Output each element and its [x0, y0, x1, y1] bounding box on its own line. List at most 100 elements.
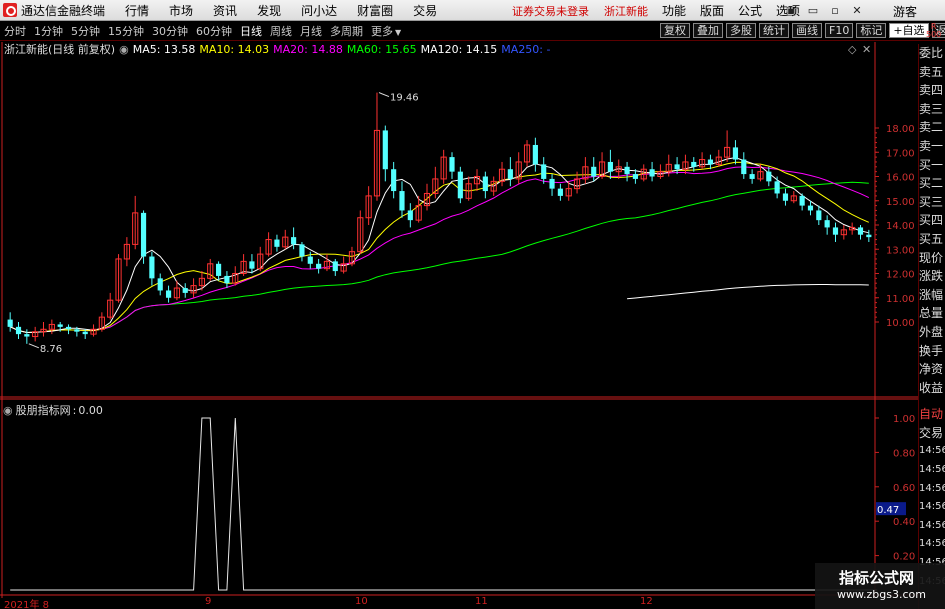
candle-down	[57, 324, 63, 327]
period-1min[interactable]: 1分钟	[33, 23, 64, 39]
candle-down	[82, 331, 88, 335]
guest-label[interactable]: 游客	[893, 3, 917, 20]
candle-down	[74, 329, 80, 332]
trade-label[interactable]: 交易	[919, 424, 945, 443]
candle-down	[149, 256, 155, 279]
candle-down	[449, 157, 455, 172]
sub-tick-label: 0.60	[893, 483, 915, 494]
candle-down	[399, 191, 405, 211]
price-axis: 18.00 17.00 16.00 15.00 14.00 13.00 12.00 11.00…	[875, 124, 915, 329]
quote-label: 净资	[919, 362, 944, 377]
price-tick-label: 17.00	[886, 148, 915, 159]
quote-label: 买三	[919, 194, 944, 209]
quote-label: 卖四	[919, 83, 944, 98]
date-axis-oct: 10	[355, 596, 368, 607]
candle-down	[7, 319, 13, 327]
period-weekly[interactable]: 周线	[269, 23, 293, 39]
tick-time: 14:56	[919, 519, 945, 531]
add-watchlist-button[interactable]: +自选	[889, 23, 929, 38]
quote-label: 涨跌	[919, 269, 944, 284]
candle-down	[557, 188, 563, 196]
candle-down	[15, 326, 22, 335]
candle-down	[632, 174, 638, 179]
candle-down	[457, 171, 463, 199]
price-tick-label: 18.00	[886, 124, 915, 135]
low-label: 8.76	[40, 344, 62, 355]
menu-item-quotes[interactable]: 行情	[125, 2, 149, 19]
period-60min[interactable]: 60分钟	[195, 23, 233, 39]
indicator-axis: 1.00 0.80 0.60 0.40 0.20 0.47	[875, 414, 915, 563]
trade-login-status[interactable]: 证券交易未登录	[512, 5, 589, 18]
price-tick-label: 13.00	[886, 245, 915, 256]
app-logo-icon	[3, 3, 17, 17]
auto-trade-label[interactable]: 自动	[919, 405, 945, 424]
candle-down	[707, 159, 714, 165]
panel-corner-badge: R 500	[926, 22, 942, 39]
statistics-button[interactable]: 统计	[759, 23, 789, 38]
menu-item-discover[interactable]: 发现	[257, 2, 281, 19]
candle-down	[541, 164, 547, 179]
period-5min[interactable]: 5分钟	[70, 23, 101, 39]
sub-tick-label: 0.20	[893, 552, 915, 563]
watermark: 指标公式网 www.zbgs3.com	[815, 563, 945, 609]
candle-down	[249, 261, 255, 269]
candle-down	[407, 210, 413, 221]
menu-item-formula[interactable]: 公式	[738, 2, 762, 19]
candle-down	[674, 164, 680, 170]
adjust-button[interactable]: 复权	[660, 23, 690, 38]
candle-down	[866, 234, 872, 238]
candle-down	[749, 174, 755, 179]
draw-line-button[interactable]: 画线	[792, 23, 822, 38]
menu-item-news[interactable]: 资讯	[213, 2, 237, 19]
overlay-button[interactable]: 叠加	[693, 23, 723, 38]
period-monthly[interactable]: 月线	[299, 23, 323, 39]
period-more[interactable]: 更多 ▼	[370, 23, 402, 39]
quote-label: 卖二	[919, 120, 944, 135]
candle-down	[832, 227, 839, 235]
quote-label: 总量	[919, 306, 944, 321]
quote-label-list: 委比 卖五 卖四 卖三 卖二 卖一 买一 买二 买三 买四 买五 现价 涨跌 涨幅 总量 外盘 换手 净资 收益	[919, 44, 945, 397]
f10-button[interactable]: F10	[825, 23, 854, 38]
menu-item-ask[interactable]: 问小达	[301, 2, 337, 19]
sub-value-marker-label: 0.47	[877, 505, 899, 516]
indicator-grid	[0, 398, 918, 598]
menu-item-wealth[interactable]: 财富圈	[357, 2, 393, 19]
minimize-icon[interactable]: ▫	[824, 3, 846, 18]
restore-icon[interactable]: ▣	[780, 3, 802, 18]
candle-down	[332, 261, 338, 272]
period-daily[interactable]: 日线	[239, 23, 263, 39]
date-axis: 2021年 8 9 10 11 12	[0, 596, 875, 609]
menu-item-market[interactable]: 市场	[169, 2, 193, 19]
title-menu-bar: 通达信金融终端 行情 市场 资讯 发现 问小达 财富圈 交易 证券交易未登录 浙…	[0, 0, 945, 21]
menu-item-functions[interactable]: 功能	[662, 2, 686, 19]
date-axis-year: 2021年 8	[4, 600, 50, 609]
ma120-line	[627, 284, 869, 300]
period-more-label: 更多	[371, 24, 393, 38]
period-15min[interactable]: 15分钟	[107, 23, 145, 39]
quote-label: 现价	[919, 250, 944, 265]
low-pointer	[28, 343, 40, 349]
period-multi[interactable]: 多周期	[329, 23, 364, 39]
candle-down	[215, 263, 222, 276]
price-tick-label: 11.00	[886, 294, 915, 305]
period-toolbar: 分时 1分钟 5分钟 15分钟 30分钟 60分钟 日线 周线 月线 多周期 更…	[0, 21, 945, 41]
candle-down	[307, 256, 313, 264]
menu-item-trade[interactable]: 交易	[413, 2, 437, 19]
period-intraday[interactable]: 分时	[3, 23, 27, 39]
price-tick-label: 14.00	[886, 221, 915, 232]
app-title: 通达信金融终端	[21, 3, 106, 18]
menu-item-layout[interactable]: 版面	[700, 2, 724, 19]
candle-down	[507, 169, 513, 179]
tick-time: 14:56	[919, 501, 945, 513]
high-pointer	[378, 92, 390, 98]
indicator-chart[interactable]: 1.00 0.80 0.60 0.40 0.20 0.47	[0, 398, 918, 598]
mark-button[interactable]: 标记	[856, 23, 887, 38]
close-icon[interactable]: ✕	[846, 3, 868, 18]
candle-down	[857, 227, 864, 235]
chevron-down-icon: ▼	[395, 27, 402, 37]
period-30min[interactable]: 30分钟	[151, 23, 189, 39]
maximize-icon[interactable]: ▭	[802, 3, 824, 18]
candlestick-chart[interactable]: 19.46 8.76 18.00 17.00 16.00 15.00 14.00 13.00…	[0, 42, 918, 398]
multi-stock-button[interactable]: 多股	[726, 23, 756, 38]
quote-label: 买四	[919, 213, 944, 228]
